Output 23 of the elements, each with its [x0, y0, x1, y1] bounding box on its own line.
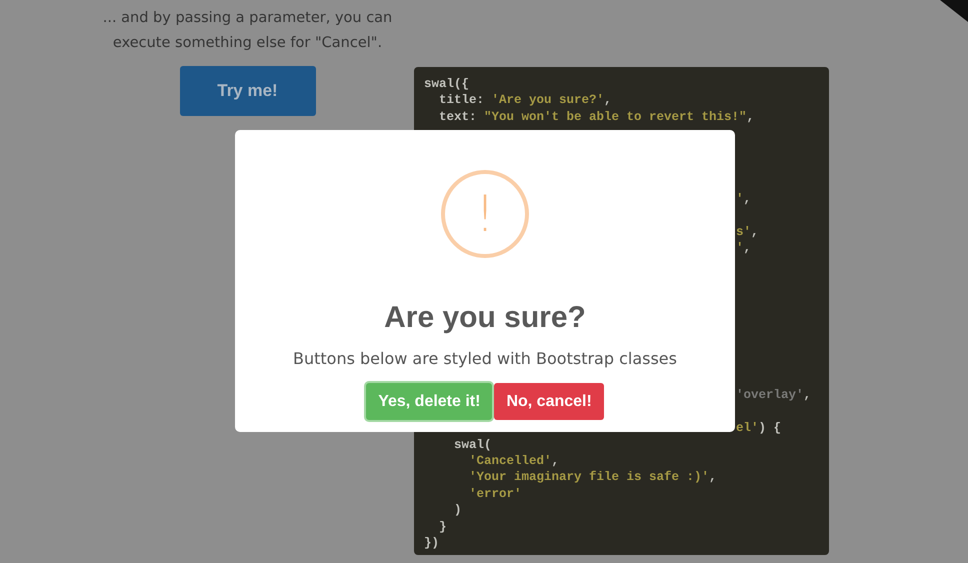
confirm-button[interactable]: Yes, delete it! [366, 383, 492, 420]
code-line: s', [736, 224, 759, 240]
code-line: } [438, 518, 447, 535]
code-line: ', [736, 190, 752, 208]
code-line: ', [736, 240, 752, 256]
code-line: 'Cancelled', [468, 452, 560, 470]
dialog-text: Buttons below are styled with Bootstrap classes [293, 349, 677, 368]
code-line: 'error' [468, 486, 522, 502]
cancel-button[interactable]: No, cancel! [494, 383, 604, 420]
code-line: 'Your imaginary file is safe :)', [468, 469, 717, 486]
intro-text: ... and by passing a parameter, you can execute something else for "Cancel". [102, 9, 394, 53]
try-me-button[interactable]: Try me! [180, 66, 316, 116]
dialog-title: Are you sure? [384, 301, 586, 335]
corner-ribbon [938, 0, 968, 22]
code-line: text: "You won't be able to revert this!", [438, 108, 754, 126]
warning-icon: ! [441, 170, 529, 258]
code-line: }) [424, 534, 440, 552]
code-line: el') { [736, 420, 782, 437]
code-line: swal({ [424, 76, 470, 92]
code-line: swal( [453, 436, 492, 453]
code-line: 'overlay', [736, 387, 812, 404]
code-line: ) [453, 502, 462, 519]
code-line: title: 'Are you sure?', [438, 92, 612, 109]
